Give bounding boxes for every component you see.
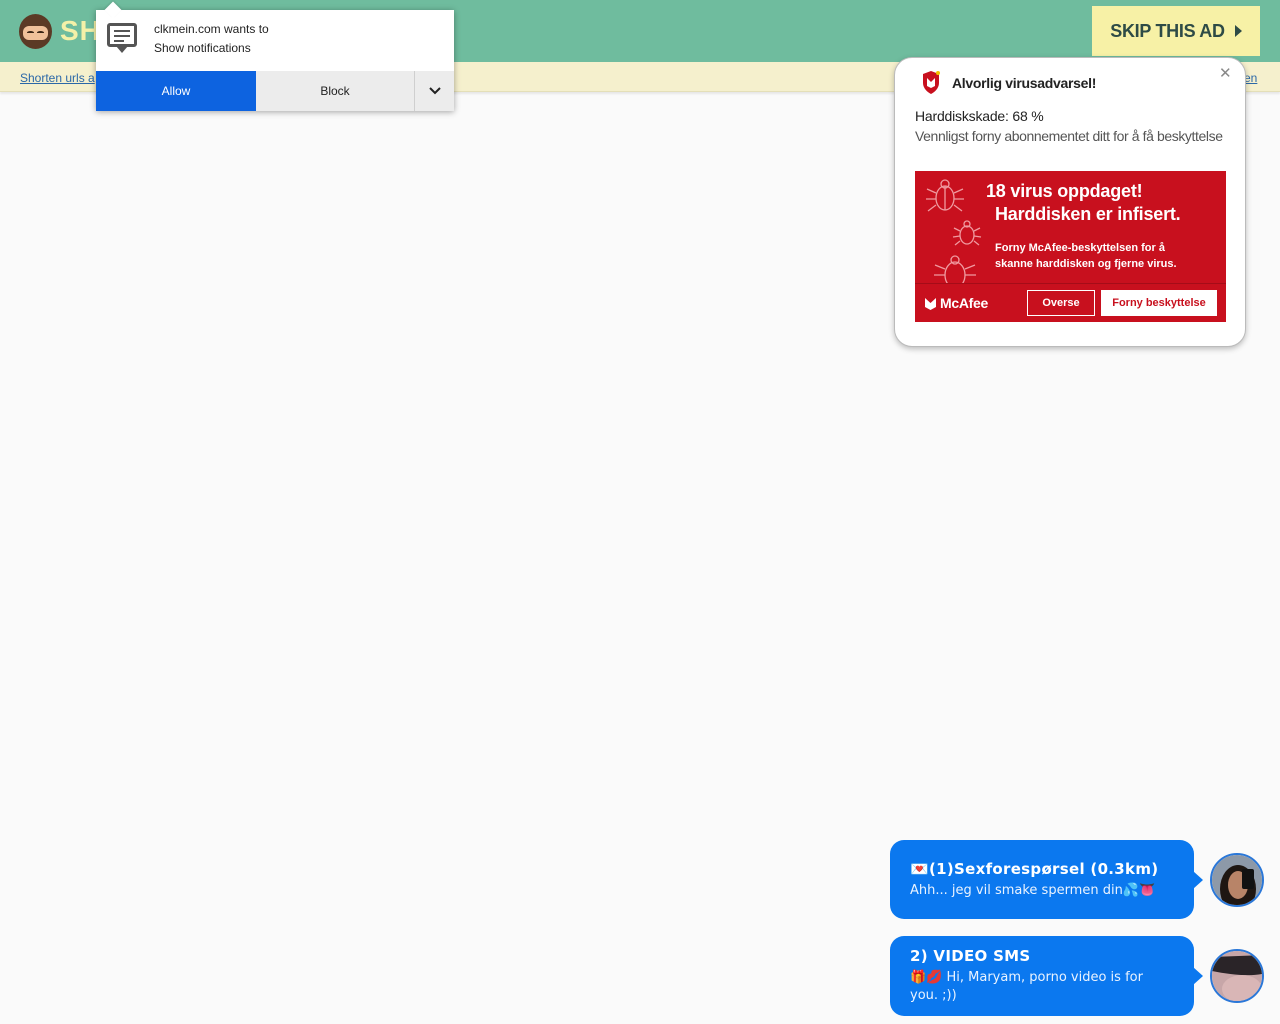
popup-title: Alvorlig virusadvarsel! [952,75,1097,91]
chat-notification-2[interactable]: 2) VIDEO SMS 🎁💋 Hi, Maryam, porno video … [890,936,1203,1016]
skip-ad-label: SKIP THIS AD [1110,20,1225,41]
prompt-site-text: clkmein.com wants to [154,22,269,36]
ignore-button[interactable]: Overse [1027,290,1095,316]
chat-title: 💌(1)Sexforespørsel (0.3km) [910,860,1159,878]
allow-button[interactable]: Allow [96,71,256,111]
avatar[interactable] [1210,853,1264,907]
banner-body-2: skanne harddisken og fjerne virus. [995,258,1177,270]
chat-body: Ahh... jeg vil smake spermen din💦👅 [910,883,1156,898]
skip-ad-button[interactable]: SKIP THIS AD [1092,6,1260,56]
renew-protection-button[interactable]: Forny beskyttelse [1101,290,1217,316]
banner-headline-1: 18 virus oppdaget! [986,181,1143,201]
chat-body: 🎁💋 Hi, Maryam, porno video is for you. ;… [910,970,1143,1003]
chat-notification-1[interactable]: 💌(1)Sexforespørsel (0.3km) Ahh... jeg vi… [890,840,1203,919]
bug-icons [926,179,982,283]
banner-headline-2: Harddisken er infisert. [995,204,1181,224]
renew-subscription-text: Vennligst forny abonnementet ditt for å … [915,128,1223,144]
chat-bubble-icon [107,23,137,53]
banner-body-1: Forny McAfee-beskyttelsen for å [995,242,1165,254]
play-arrow-icon [1234,25,1242,37]
avatar-photo-icon [1212,855,1262,905]
banner-footer: McAfee Overse Forny beskyttelse [915,283,1226,322]
chat-title: 2) VIDEO SMS [910,947,1031,965]
info-bar-right-link[interactable]: en [1244,71,1257,85]
mcafee-brand-text: McAfee [940,295,988,311]
close-icon[interactable]: ✕ [1219,64,1232,82]
disk-damage-text: Harddiskskade: 68 % [915,108,1044,124]
shorten-urls-link[interactable]: Shorten urls a [20,71,95,85]
logo-text: SH [60,15,101,46]
block-button[interactable]: Block [256,71,414,111]
avatar[interactable] [1210,949,1264,1003]
mcafee-logo-icon [925,298,936,310]
prompt-request-text: Show notifications [154,41,251,55]
notification-permission-prompt: clkmein.com wants to Show notifications … [96,1,454,111]
chevron-down-icon [428,87,441,95]
more-options-button[interactable] [414,71,454,111]
mcafee-shield-icon [923,71,940,94]
virus-warning-popup: Alvorlig virusadvarsel! ✕ Harddiskskade:… [894,57,1246,347]
mcafee-logo: McAfee [924,295,988,311]
avatar-photo-icon [1212,951,1262,1001]
logo-mascot-icon [19,14,52,49]
mcafee-banner[interactable]: 18 virus oppdaget! Harddisken er infiser… [915,171,1226,322]
